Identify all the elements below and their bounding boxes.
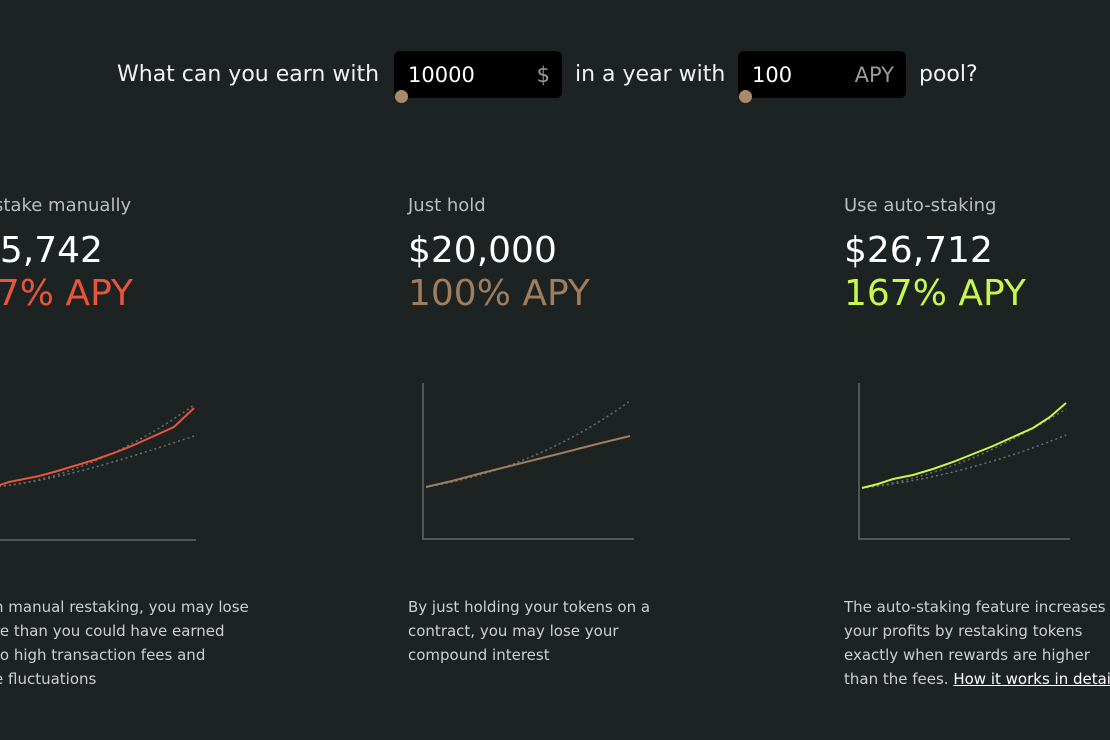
description-line: to high transaction fees and xyxy=(0,646,206,664)
description-line: h manual restaking, you may lose xyxy=(0,598,249,616)
option-auto: Use auto-staking $26,712 167% APY The au… xyxy=(844,195,1110,740)
growth-line-hold xyxy=(425,435,631,488)
growth-chart xyxy=(858,383,1070,540)
option-manual: stake manually 25,742 57% APY h manual r… xyxy=(0,195,294,688)
growth-chart xyxy=(422,383,634,540)
option-description: h manual restaking, you may lose re than… xyxy=(0,595,264,691)
description-line: exactly when rewards are higher xyxy=(844,646,1090,664)
calculator-middle-text: in a year with xyxy=(575,62,726,87)
apy-slider-handle[interactable] xyxy=(739,90,752,103)
option-label: Use auto-staking xyxy=(844,195,997,216)
growth-line-auto xyxy=(861,402,1067,489)
calculator-sentence: What can you earn with $ in a year with … xyxy=(0,50,1110,103)
option-description: By just holding your tokens on a contrac… xyxy=(408,595,678,667)
growth-line-manual xyxy=(0,407,195,487)
growth-chart xyxy=(0,404,196,541)
calculator-prefix-text: What can you earn with xyxy=(117,62,380,87)
description-line: e fluctuations xyxy=(0,670,97,688)
amount-unit: $ xyxy=(536,63,550,87)
option-description: The auto-staking feature increases your … xyxy=(844,595,1110,691)
option-hold: Just hold $20,000 100% APY By just holdi… xyxy=(408,195,708,664)
amount-field[interactable]: $ xyxy=(394,51,562,103)
apy-field[interactable]: APY xyxy=(738,51,906,103)
option-label: Just hold xyxy=(408,195,486,216)
amount-slider-handle[interactable] xyxy=(395,90,408,103)
option-apy: 100% APY xyxy=(408,273,590,314)
option-amount: 25,742 xyxy=(0,230,103,271)
option-amount: $20,000 xyxy=(408,230,557,271)
option-apy: 57% APY xyxy=(0,273,133,314)
option-label: stake manually xyxy=(0,195,132,216)
how-it-works-link[interactable]: How it works in detail xyxy=(953,670,1110,688)
calculator-suffix-text: pool? xyxy=(919,62,978,87)
description-line: By just holding your tokens on a xyxy=(408,598,651,616)
reference-line-compound xyxy=(861,408,1067,489)
option-apy: 167% APY xyxy=(844,273,1026,314)
amount-input[interactable] xyxy=(408,63,508,87)
apy-unit: APY xyxy=(854,63,894,87)
description-line: your profits by restaking tokens xyxy=(844,622,1083,640)
apy-input[interactable] xyxy=(752,63,852,87)
description-text: than the fees. xyxy=(844,670,949,688)
option-amount: $26,712 xyxy=(844,230,993,271)
description-line: than the fees. How it works in detail xyxy=(844,667,1110,691)
description-line: compound interest xyxy=(408,646,550,664)
description-line: The auto-staking feature increases xyxy=(844,598,1106,616)
description-line: contract, you may lose your xyxy=(408,622,619,640)
description-line: re than you could have earned xyxy=(0,622,225,640)
reference-line-linear xyxy=(0,435,195,488)
